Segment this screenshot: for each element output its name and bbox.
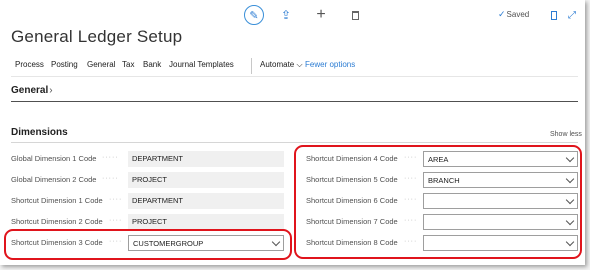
- fewer-options-link[interactable]: Fewer options: [305, 60, 355, 69]
- menu-general[interactable]: General: [87, 60, 115, 69]
- expand-icon[interactable]: ⤢: [566, 5, 578, 25]
- check-icon: ✓: [498, 9, 506, 19]
- shortcut-dim-2-value: PROJECT: [128, 214, 284, 230]
- saved-status: ✓Saved: [498, 9, 530, 19]
- menu-process[interactable]: Process: [15, 60, 44, 69]
- field-shortcut-dim-2: Shortcut Dimension 2 Code ···· PROJECT: [11, 214, 286, 230]
- field-global-dim-2: Global Dimension 2 Code ····· PROJECT: [11, 172, 286, 188]
- section-divider-light: [11, 142, 578, 143]
- menu-posting[interactable]: Posting: [51, 60, 78, 69]
- section-divider: [11, 101, 578, 102]
- page-card: ✎ ⇪ + ✓Saved ⤢ General Ledger Setup Proc…: [0, 0, 585, 265]
- show-less-link[interactable]: Show less: [550, 131, 582, 138]
- field-shortcut-dim-1: Shortcut Dimension 1 Code ···· DEPARTMEN…: [11, 193, 286, 209]
- trash-icon[interactable]: [347, 5, 363, 25]
- shortcut-dim-1-value: DEPARTMENT: [128, 193, 284, 209]
- menu-automate[interactable]: Automate ⌵: [260, 60, 303, 70]
- action-menu: Process Posting General Tax Bank Journal…: [11, 58, 578, 77]
- menu-journal-templates[interactable]: Journal Templates: [169, 60, 234, 69]
- global-dim-1-value: DEPARTMENT: [128, 151, 284, 167]
- chevron-down-icon: ⌵: [296, 60, 303, 69]
- section-dimensions-header[interactable]: Dimensions: [11, 127, 68, 138]
- share-icon[interactable]: ⇪: [278, 5, 294, 25]
- field-global-dim-1: Global Dimension 1 Code ····· DEPARTMENT: [11, 151, 286, 167]
- plus-icon[interactable]: +: [313, 5, 329, 25]
- highlight-right-annotation: [294, 145, 582, 259]
- highlight-left-annotation: [4, 229, 292, 260]
- menu-separator: [251, 58, 252, 74]
- chevron-right-icon: ›: [49, 85, 53, 96]
- bookmark-icon[interactable]: [549, 5, 559, 25]
- global-dim-2-value: PROJECT: [128, 172, 284, 188]
- section-general-header[interactable]: General›: [11, 85, 53, 96]
- action-icon-bar: ✎ ⇪ + ✓Saved ⤢: [0, 5, 585, 27]
- menu-bank[interactable]: Bank: [143, 60, 161, 69]
- menu-tax[interactable]: Tax: [122, 60, 134, 69]
- edit-icon[interactable]: ✎: [244, 5, 264, 25]
- page-title: General Ledger Setup: [11, 27, 183, 46]
